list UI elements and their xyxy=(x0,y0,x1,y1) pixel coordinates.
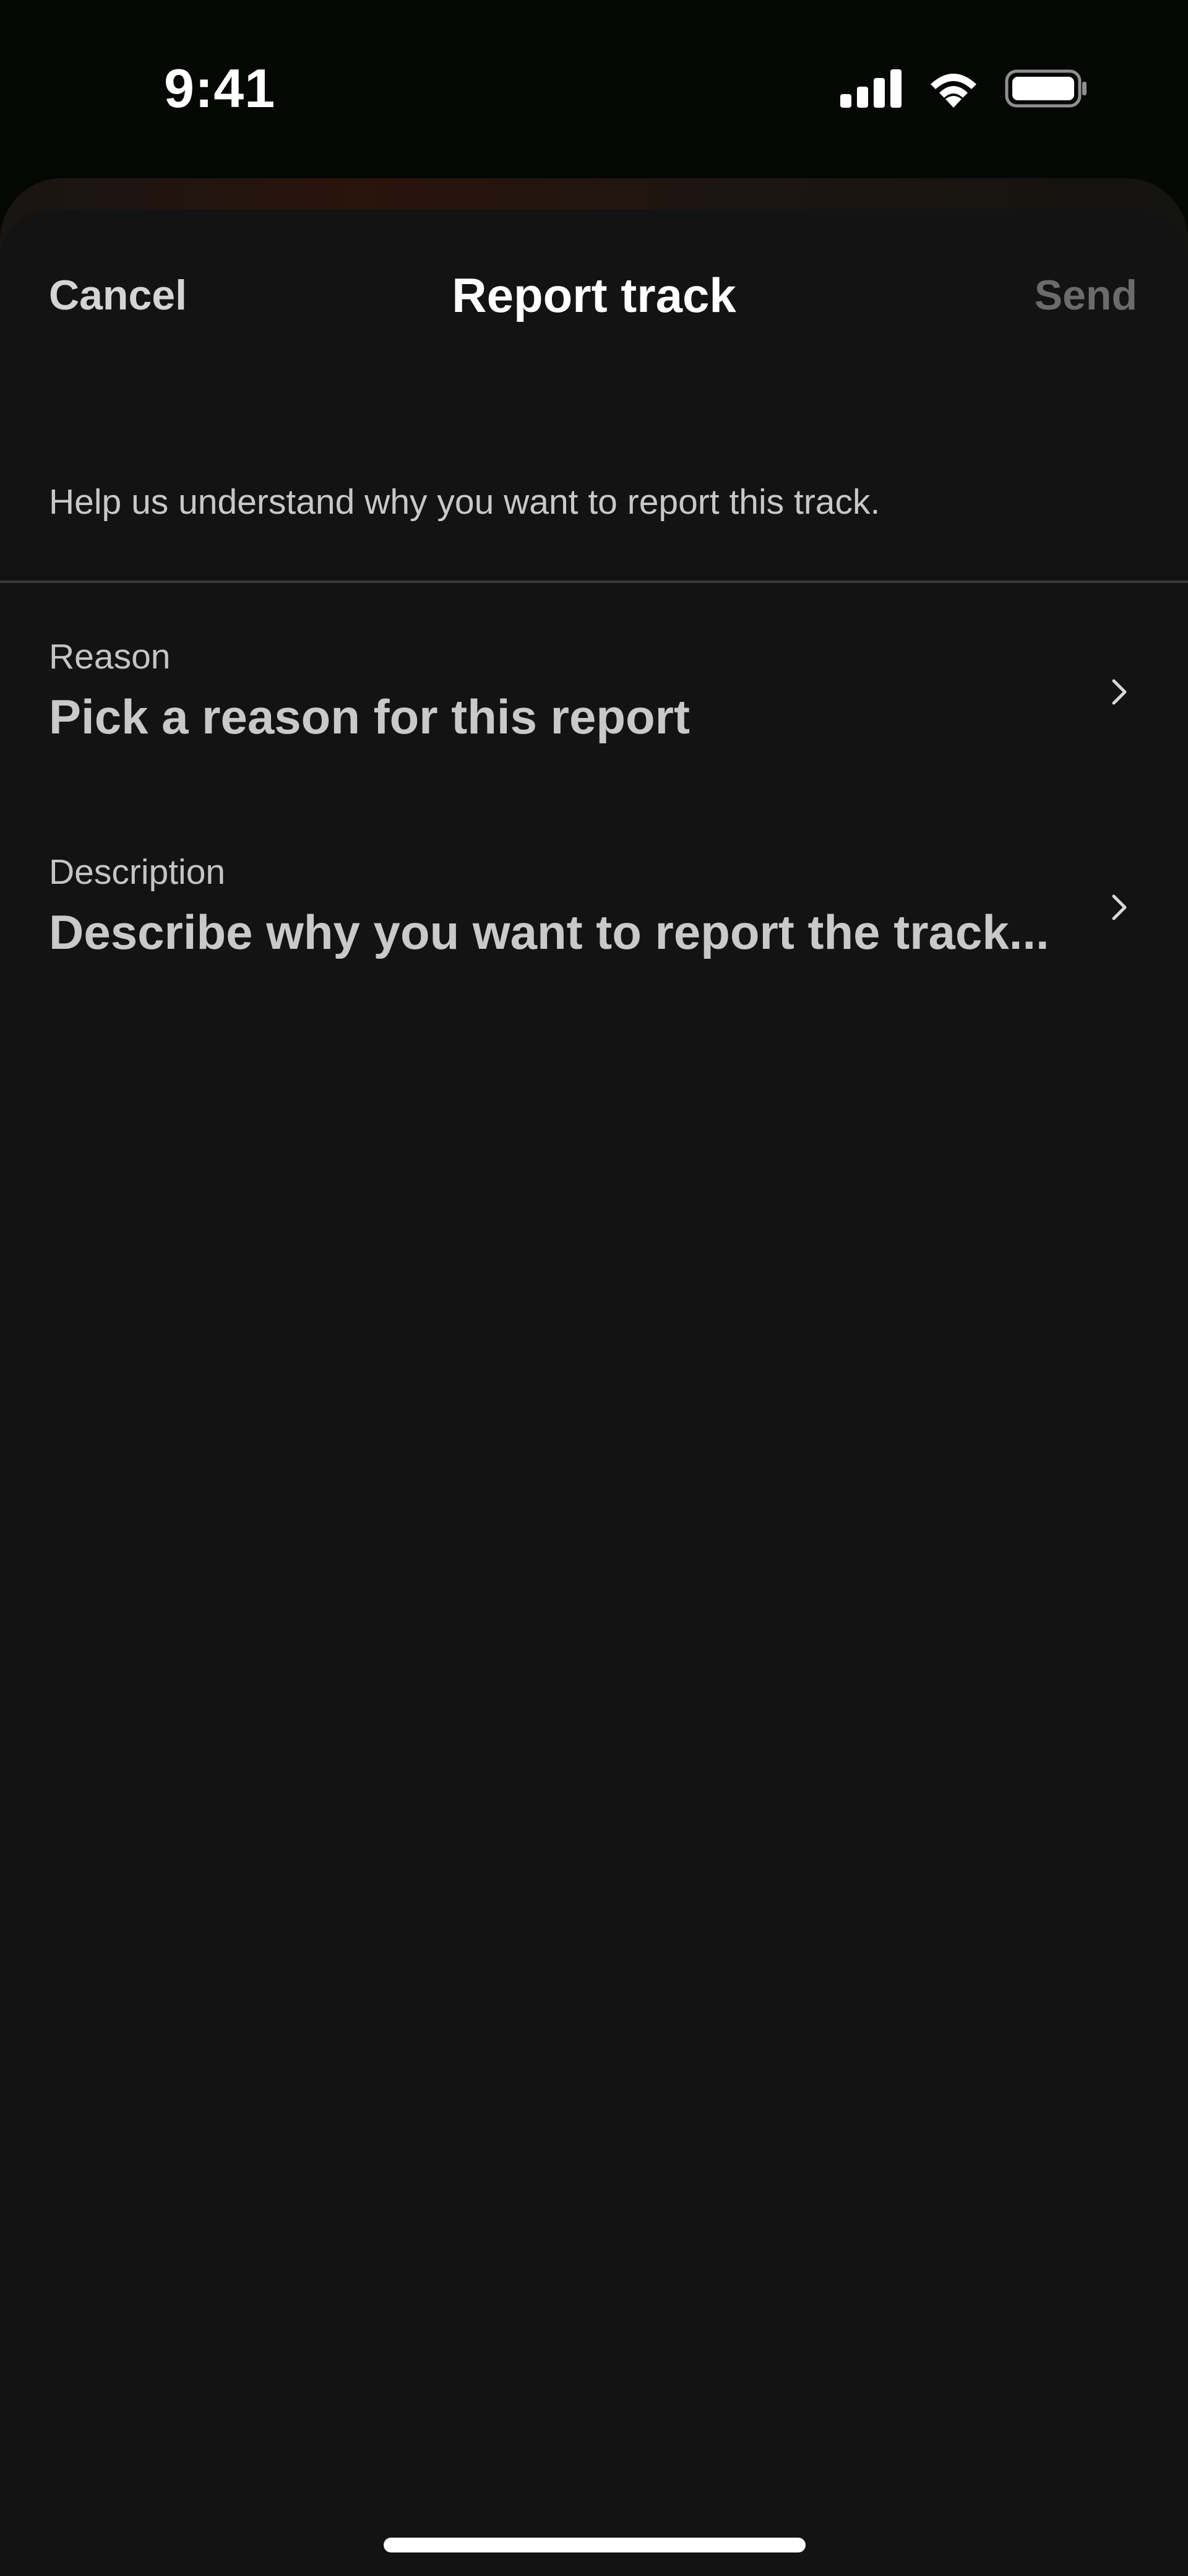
description-field[interactable]: Description Describe why you want to rep… xyxy=(0,852,1188,1037)
home-indicator[interactable] xyxy=(384,2538,806,2552)
divider xyxy=(0,581,1188,583)
reason-label: Reason xyxy=(49,637,171,676)
status-icons xyxy=(840,67,1088,110)
page-title: Report track xyxy=(452,268,736,322)
intro-text: Help us understand why you want to repor… xyxy=(49,482,880,522)
description-value: Describe why you want to report the trac… xyxy=(49,905,1049,959)
status-bar: 9:41 xyxy=(0,0,1188,173)
status-time: 9:41 xyxy=(164,58,276,119)
wifi-icon xyxy=(927,69,980,108)
battery-icon xyxy=(1005,69,1088,108)
reason-value: Pick a reason for this report xyxy=(49,689,690,744)
nav-bar: Cancel Report track Send xyxy=(0,209,1188,383)
chevron-right-icon xyxy=(1108,889,1132,926)
reason-field[interactable]: Reason Pick a reason for this report xyxy=(0,636,1188,822)
description-label: Description xyxy=(49,852,226,892)
chevron-right-icon xyxy=(1108,673,1132,711)
report-sheet: Cancel Report track Send Help us underst… xyxy=(0,209,1188,2576)
screen: 9:41 Cancel Report track Send Help us un… xyxy=(0,0,1188,2576)
send-button[interactable]: Send xyxy=(1035,271,1137,319)
cellular-signal-icon xyxy=(840,69,902,108)
